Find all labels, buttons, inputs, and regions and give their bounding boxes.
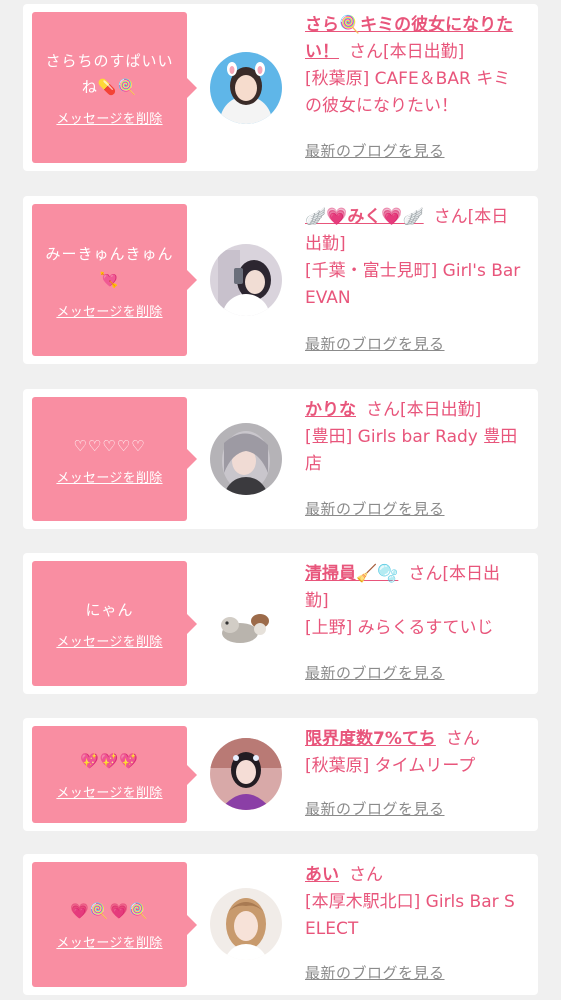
cast-name-link[interactable]: 🪽💗みく💗🪽 (305, 207, 424, 227)
message-text: ♡♡♡♡♡ (73, 436, 146, 455)
delete-message-link[interactable]: メッセージを削除 (56, 301, 162, 320)
message-bubble: みーきゅんきゅん💘 メッセージを削除 (32, 204, 197, 356)
delete-message-link[interactable]: メッセージを削除 (56, 631, 162, 650)
favorite-card: にゃん メッセージを削除 清掃員🧹🫧 さん[本日出勤] [上野] みらくるすていじ… (23, 553, 538, 694)
favorite-card: 💖💖💖 メッセージを削除 限界度数7%てち さん [秋葉原] タイムリープ 最新の… (23, 718, 538, 831)
message-bubble: にゃん メッセージを削除 (32, 561, 197, 686)
shop-name: [秋葉原] CAFE＆BAR キミの彼女になりたい！ (305, 69, 511, 116)
favorite-card: ♡♡♡♡♡ メッセージを削除 かりな さん[本日出勤] [豊田] Girls ba… (23, 389, 538, 529)
shop-name: [上野] みらくるすていじ (305, 618, 494, 638)
latest-blog-link[interactable]: 最新のブログを見る (305, 140, 445, 161)
delete-message-link[interactable]: メッセージを削除 (56, 782, 162, 801)
avatar[interactable] (210, 738, 282, 810)
shop-name: [豊田] Girls bar Rady 豊田店 (305, 427, 518, 474)
cast-info: さら🍭キミの彼女になりたい！ さん[本日出勤] [秋葉原] CAFE＆BAR キミ… (305, 12, 523, 120)
avatar[interactable] (210, 888, 282, 960)
cast-name-link[interactable]: あい (305, 865, 339, 885)
message-bubble: さらちのすぱいいね💊🍭 メッセージを削除 (32, 12, 197, 163)
message-text: みーきゅんきゅん💘 (45, 244, 174, 289)
message-bubble: ♡♡♡♡♡ メッセージを削除 (32, 397, 197, 521)
latest-blog-link[interactable]: 最新のブログを見る (305, 498, 445, 519)
cast-info: かりな さん[本日出勤] [豊田] Girls bar Rady 豊田店 (305, 397, 523, 478)
latest-blog-link[interactable]: 最新のブログを見る (305, 333, 445, 354)
message-bubble: 💖💖💖 メッセージを削除 (32, 726, 197, 823)
message-bubble: 💗🍭💗🍭 メッセージを削除 (32, 862, 197, 987)
favorite-card: さらちのすぱいいね💊🍭 メッセージを削除 さら🍭キミの彼女になりたい！ さん[本日… (23, 4, 538, 171)
cast-name-link[interactable]: 限界度数7%てち (305, 729, 436, 749)
delete-message-link[interactable]: メッセージを削除 (56, 467, 162, 486)
message-text: さらちのすぱいいね💊🍭 (45, 52, 174, 96)
favorite-card: 💗🍭💗🍭 メッセージを削除 あい さん [本厚木駅北口] Girls Bar SE… (23, 854, 538, 995)
cast-status: さん (349, 865, 383, 885)
cast-info: 🪽💗みく💗🪽 さん[本日出勤] [千葉・富士見町] Girl's Bar EVAN (305, 204, 523, 312)
shop-name: [千葉・富士見町] Girl's Bar EVAN (305, 261, 521, 308)
favorites-list: さらちのすぱいいね💊🍭 メッセージを削除 さら🍭キミの彼女になりたい！ さん[本日… (0, 0, 561, 1000)
cast-status: さん[本日出勤] (349, 42, 465, 62)
cast-status: さん (445, 729, 480, 749)
shop-name: [秋葉原] タイムリープ (305, 756, 476, 776)
message-text: 💗🍭💗🍭 (70, 902, 149, 920)
avatar[interactable] (210, 587, 282, 659)
favorite-card: みーきゅんきゅん💘 メッセージを削除 🪽💗みく💗🪽 さん[本日出勤] [千葉・富士… (23, 196, 538, 364)
cast-info: あい さん [本厚木駅北口] Girls Bar SELECT (305, 862, 523, 943)
shop-name: [本厚木駅北口] Girls Bar SELECT (305, 892, 515, 939)
avatar[interactable] (210, 244, 282, 316)
cast-name-link[interactable]: 清掃員🧹🫧 (305, 564, 398, 584)
latest-blog-link[interactable]: 最新のブログを見る (305, 662, 445, 683)
delete-message-link[interactable]: メッセージを削除 (56, 108, 162, 127)
message-text: 💖💖💖 (79, 752, 140, 770)
latest-blog-link[interactable]: 最新のブログを見る (305, 798, 445, 819)
cast-info: 清掃員🧹🫧 さん[本日出勤] [上野] みらくるすていじ (305, 561, 523, 642)
cast-name-link[interactable]: かりな (305, 400, 356, 420)
avatar[interactable] (210, 423, 282, 495)
avatar[interactable] (210, 52, 282, 124)
cast-info: 限界度数7%てち さん [秋葉原] タイムリープ (305, 726, 523, 780)
latest-blog-link[interactable]: 最新のブログを見る (305, 962, 445, 983)
delete-message-link[interactable]: メッセージを削除 (56, 932, 162, 951)
message-text: にゃん (85, 601, 134, 619)
cast-status: さん[本日出勤] (366, 400, 482, 420)
